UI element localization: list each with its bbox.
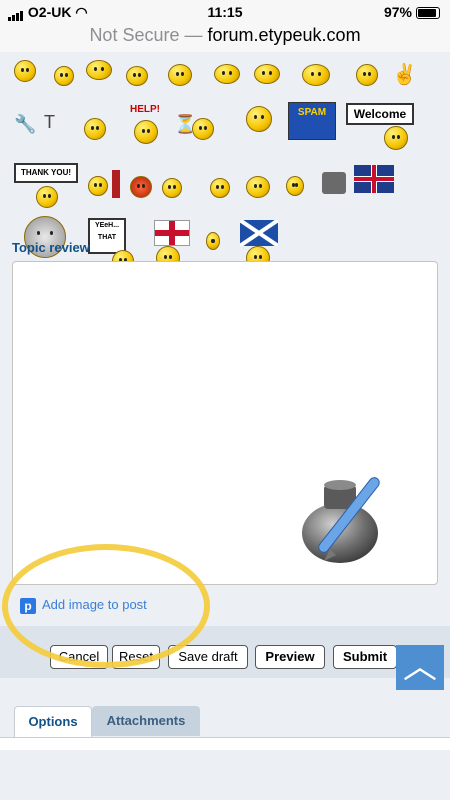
welcome-sign-icon[interactable]: Welcome [346, 103, 414, 125]
chevron-up-icon: ︿ [403, 648, 437, 686]
ink-pen-icon [302, 477, 380, 563]
yeah-that-sign-icon[interactable]: YEeH... THAT [88, 218, 126, 254]
clock: 11:15 [207, 4, 243, 20]
scroll-up-button[interactable]: ︿ [396, 645, 444, 691]
smiley-icon[interactable] [54, 66, 74, 86]
help-smiley-icon[interactable] [134, 120, 158, 144]
preview-button[interactable]: Preview [255, 645, 325, 669]
uk-flag-icon[interactable] [354, 165, 394, 193]
smiley-icon[interactable] [210, 178, 230, 198]
police-smiley-icon[interactable] [356, 64, 378, 86]
reading-icon[interactable] [322, 172, 346, 194]
santa-smiley-icon[interactable] [246, 176, 270, 198]
hammer-icon[interactable]: T [44, 112, 55, 133]
help-sign-icon[interactable]: HELP! [128, 104, 162, 120]
battery-indicator: 97% [384, 4, 440, 20]
address-bar[interactable]: Not Secure — forum.etypeuk.com [0, 22, 450, 52]
smiley-icon[interactable] [162, 178, 182, 198]
smiley-icon[interactable] [126, 66, 148, 86]
angry-smiley-icon[interactable] [130, 176, 152, 198]
thankyou-smiley-icon[interactable] [36, 186, 58, 208]
topic-review-heading: Topic review [12, 240, 90, 255]
smiley-icon[interactable] [214, 64, 240, 84]
small-smiley-icon[interactable] [206, 232, 220, 250]
smiley-icon[interactable] [192, 118, 214, 140]
status-bar: O2-UK ◠ 11:15 97% [0, 0, 450, 22]
smiley-icon[interactable] [286, 176, 304, 196]
smiley-icon[interactable] [88, 176, 108, 196]
smiley-icon[interactable] [14, 60, 36, 82]
thankyou-sign-icon[interactable]: THANK YOU! [14, 163, 78, 183]
smiley-icon[interactable] [168, 64, 192, 86]
spam-icon[interactable]: SPAM [288, 102, 336, 140]
highlight-circle [2, 544, 210, 668]
england-flag-icon[interactable] [154, 220, 190, 246]
battery-percent: 97% [383, 4, 412, 20]
tab-content-top [0, 737, 450, 750]
wrench-icon[interactable]: 🔧 [14, 114, 36, 135]
exclamation-icon[interactable] [112, 170, 120, 198]
security-label: Not Secure — [89, 25, 203, 45]
dizzy-smiley-icon[interactable] [84, 118, 106, 140]
smiley-icon[interactable] [302, 64, 330, 86]
scotland-flag-icon[interactable] [240, 220, 278, 246]
url-domain: forum.etypeuk.com [207, 25, 361, 45]
smiley-icon[interactable] [86, 60, 112, 80]
fingers-crossed-icon[interactable]: ✌ [392, 62, 417, 87]
tab-attachments[interactable]: Attachments [92, 706, 200, 736]
battery-icon [416, 7, 440, 20]
submit-button[interactable]: Submit [333, 645, 397, 669]
smiley-icon[interactable] [254, 64, 280, 84]
builder-smiley-icon[interactable] [246, 106, 272, 132]
tab-options[interactable]: Options [14, 706, 92, 737]
welcome-smiley-icon[interactable] [384, 126, 408, 150]
